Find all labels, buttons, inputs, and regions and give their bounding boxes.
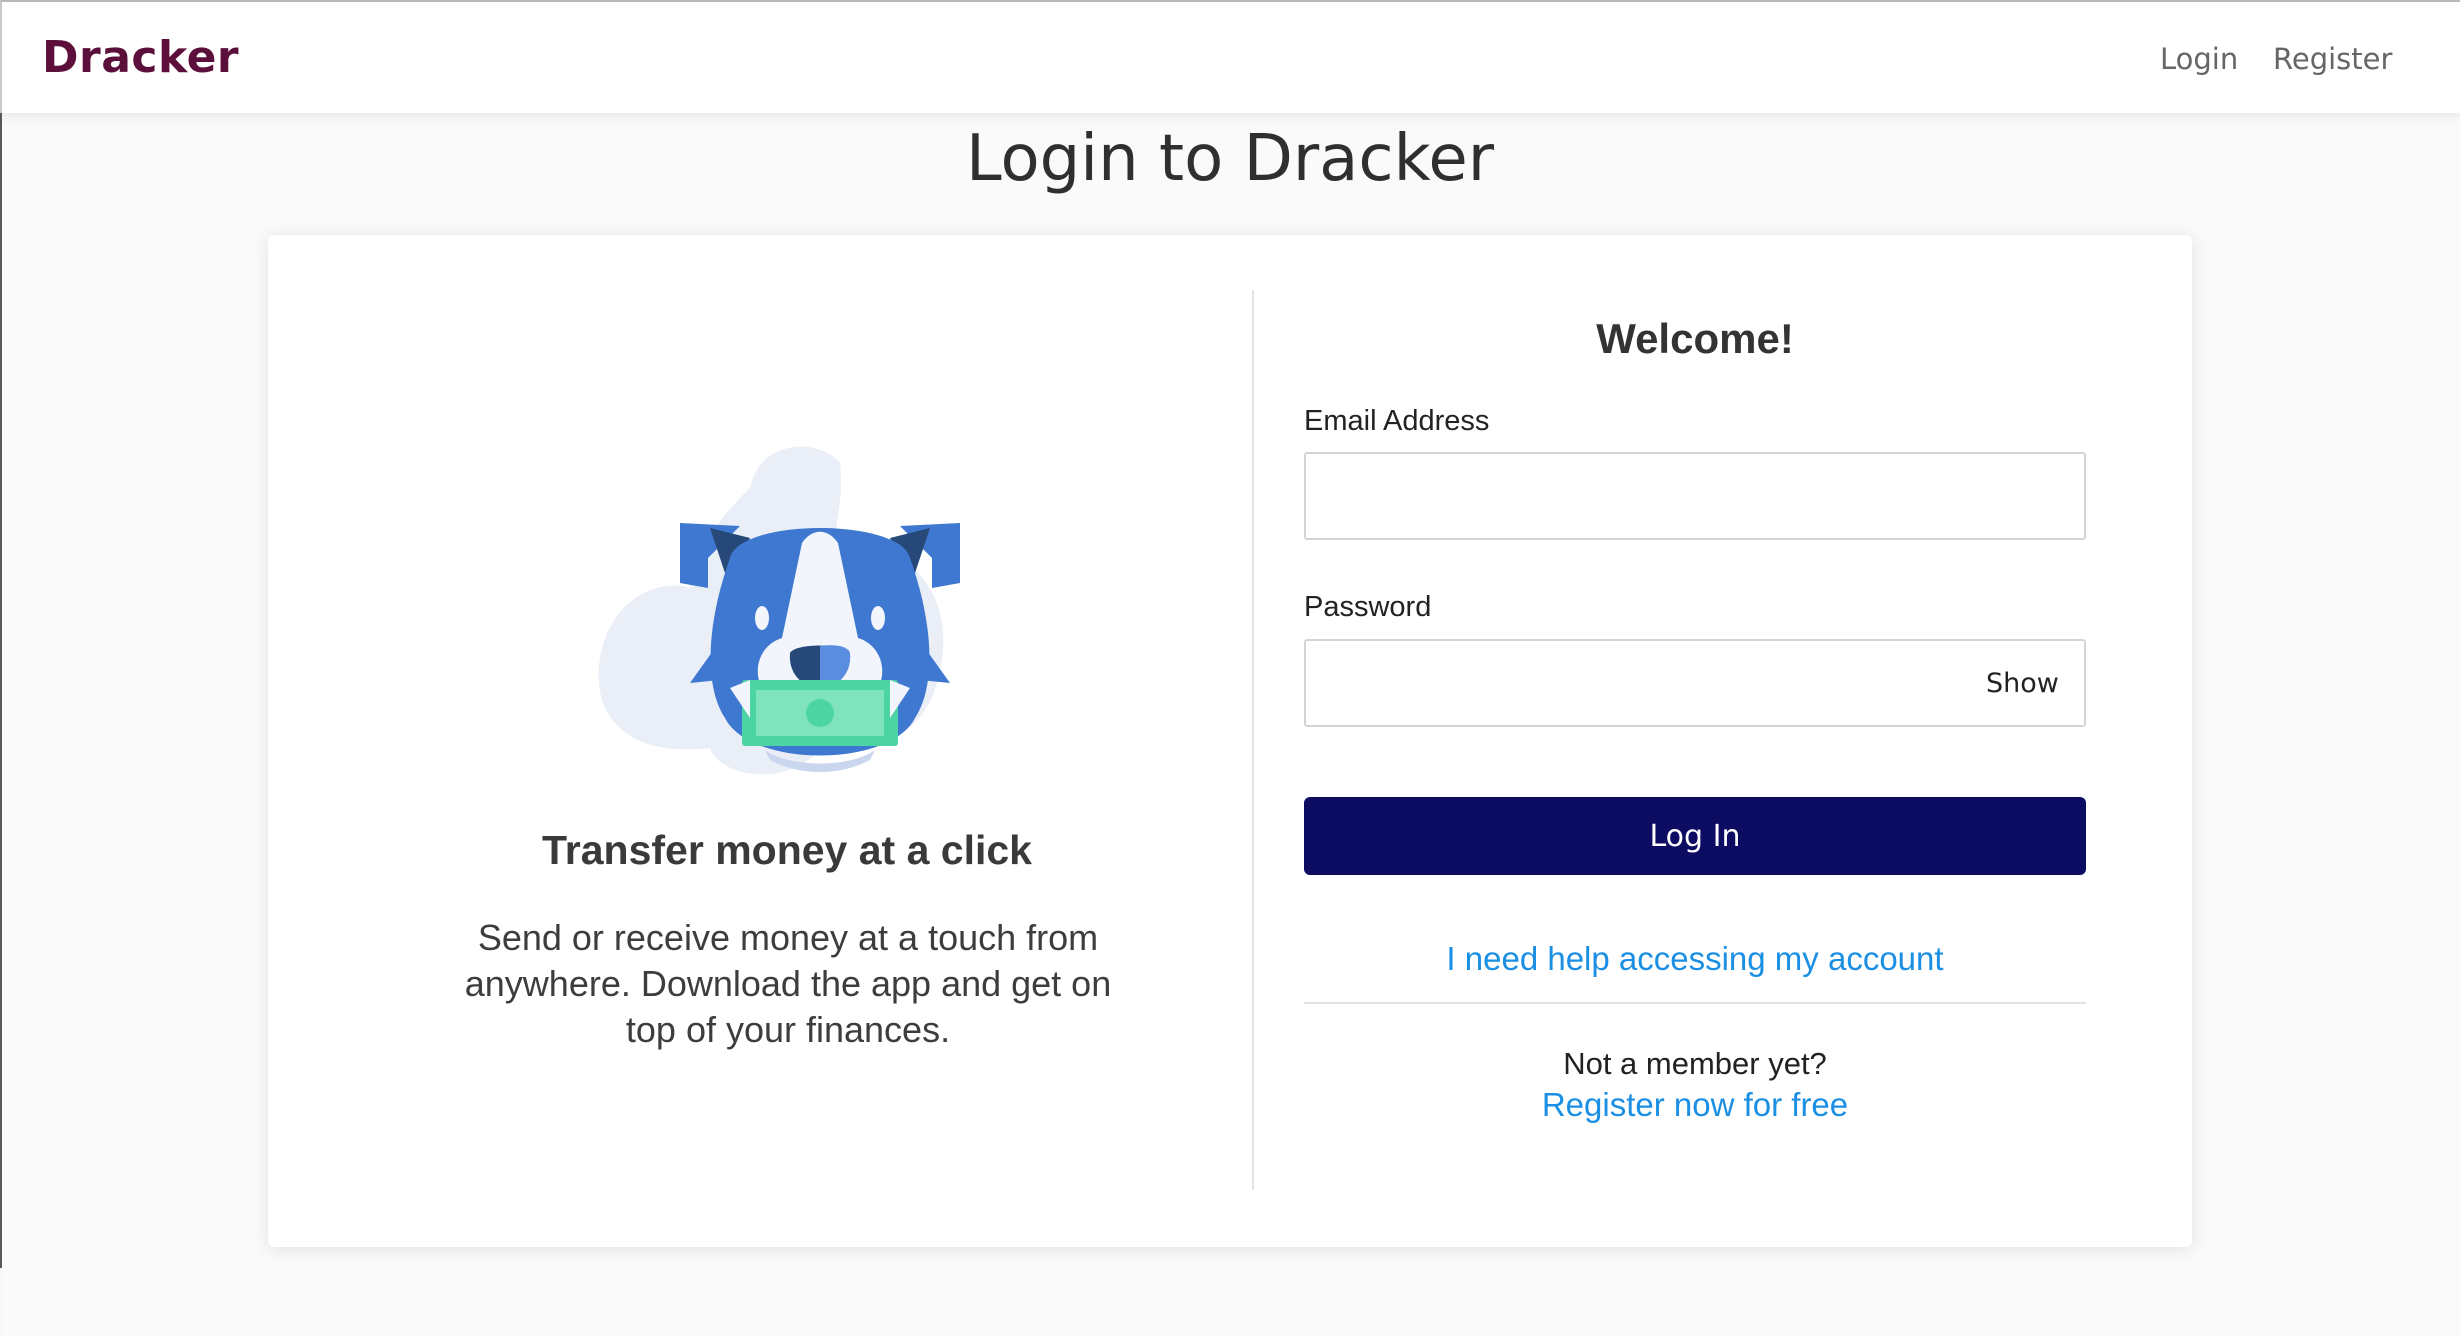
promo-description: Send or receive money at a touch from an… xyxy=(464,917,1112,1050)
help-access-link[interactable]: I need help accessing my account xyxy=(1304,940,2086,978)
dog-holding-money-illustration xyxy=(590,418,1030,818)
top-navbar: Dracker Login Register xyxy=(0,0,2460,113)
password-field[interactable] xyxy=(1304,639,2086,727)
vertical-divider xyxy=(1252,290,1254,1190)
nav-register-link[interactable]: Register xyxy=(2273,42,2392,76)
password-label: Password xyxy=(1304,591,1432,623)
welcome-heading: Welcome! xyxy=(1596,315,1794,362)
login-button[interactable]: Log In xyxy=(1304,797,2086,875)
login-card: Transfer money at a click Send or receiv… xyxy=(268,235,2192,1247)
window-edge xyxy=(0,113,2,1268)
show-password-toggle[interactable]: Show xyxy=(1986,668,2076,699)
not-member-text: Not a member yet? xyxy=(1563,1046,1827,1081)
brand-logo[interactable]: Dracker xyxy=(42,32,239,83)
page-title: Login to Dracker xyxy=(965,122,1495,196)
horizontal-divider xyxy=(1304,1002,2086,1004)
email-field[interactable] xyxy=(1304,452,2086,540)
email-label: Email Address xyxy=(1304,405,1490,437)
nav-login-link[interactable]: Login xyxy=(2160,42,2238,76)
register-now-link[interactable]: Register now for free xyxy=(1304,1086,2086,1124)
promo-title: Transfer money at a click xyxy=(542,827,1032,873)
